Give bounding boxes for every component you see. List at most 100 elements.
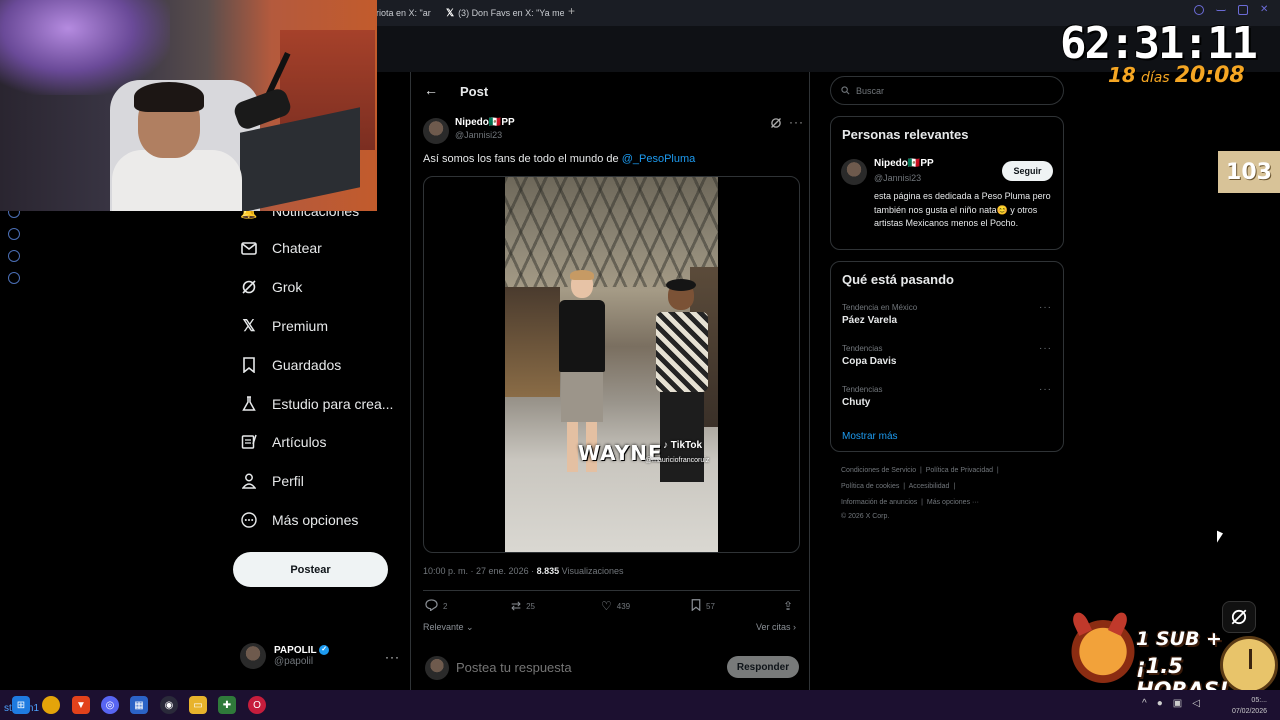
relevant-user-avatar[interactable] — [841, 159, 867, 185]
account-switcher[interactable]: PAPOLIL ✓ @papolil — [240, 643, 330, 669]
volume-icon[interactable]: ◁ — [1192, 698, 1200, 709]
author-avatar[interactable] — [423, 118, 449, 144]
days-word: días — [1140, 70, 1170, 86]
taskbar-clock[interactable]: 05:... 07/02/2026 — [1227, 695, 1267, 717]
discord-icon[interactable]: ◎ — [101, 696, 119, 714]
mouse-cursor-icon — [1217, 530, 1223, 546]
days-time: 20:08 — [1174, 63, 1245, 88]
post-meta: 10:00 p. m. · 27 ene. 2026 · 8.835 Visua… — [423, 566, 623, 576]
days-number: 18 — [1108, 63, 1136, 87]
trend-name: Chuty — [842, 397, 871, 408]
video-person — [650, 279, 714, 502]
flask-icon — [240, 395, 258, 413]
close-icon[interactable]: ✕ — [1260, 5, 1270, 15]
view-quotes-link[interactable]: Ver citas › — [756, 622, 796, 632]
maximize-icon[interactable] — [1238, 5, 1248, 15]
sub-promo-badge: 1 SUB + ¡1.5 HORAS! — [1060, 610, 1280, 702]
footer-links: Información de anuncios | Más opciones ·… — [841, 499, 980, 506]
page-title: Post — [460, 84, 489, 99]
tab-label: (3) Don Favs en X: "Ya me — [458, 8, 564, 18]
nav-item-premium[interactable]: 𝕏 Premium — [240, 313, 328, 339]
x-logo-icon: 𝕏 — [242, 318, 256, 335]
nav-item-chat[interactable]: Chatear — [240, 235, 322, 261]
mic-icon[interactable]: ● — [1157, 698, 1163, 709]
reply-button[interactable]: Responder — [727, 656, 799, 678]
relevant-user-name[interactable]: Nipedo🇲🇽PP — [874, 158, 934, 169]
copyright: © 2026 X Corp. — [841, 513, 890, 520]
back-arrow-icon[interactable]: ← — [424, 82, 438, 98]
network-icon[interactable]: ▣ — [1173, 698, 1182, 709]
grok-explain-icon[interactable] — [770, 117, 782, 132]
bookmark-action[interactable]: 57 — [691, 599, 715, 614]
windows-start-icon[interactable]: ⊞ — [12, 696, 30, 714]
days-counter: 18 días 20:08 — [1108, 63, 1245, 88]
sub-promo-line1: 1 SUB + — [1136, 628, 1222, 650]
like-action[interactable]: ♡ 439 — [601, 599, 630, 613]
clock-date: 07/02/2026 — [1231, 708, 1267, 715]
search-input[interactable] — [856, 85, 1046, 96]
chevron-up-icon[interactable]: ^ — [1142, 698, 1147, 709]
sort-dropdown[interactable]: Relevante ⌄ — [423, 622, 474, 633]
footer-link[interactable]: Política de Privacidad — [926, 467, 993, 474]
repost-action[interactable]: ⇄ 25 — [511, 599, 535, 613]
footer-link[interactable]: Condiciones de Servicio — [841, 467, 916, 474]
trend-more-icon[interactable]: ··· — [1039, 302, 1052, 313]
person-icon — [240, 472, 258, 490]
footer-link[interactable]: Política de cookies — [841, 483, 899, 490]
views-count: 8.835 — [536, 566, 560, 576]
nav-item-profile[interactable]: Perfil — [240, 468, 304, 494]
sort-label: Relevante — [423, 622, 464, 632]
browser-tab[interactable]: riota en X: "ar — [376, 4, 438, 22]
follow-button[interactable]: Seguir — [1002, 161, 1053, 181]
reply-action[interactable]: 2 — [425, 599, 447, 614]
video-player[interactable]: WAYNE ♪ TikTok @mauriciofrancoruiz — [505, 177, 718, 552]
post-button[interactable]: Postear — [233, 552, 388, 587]
nav-item-creator-studio[interactable]: Estudio para crea... — [240, 391, 393, 417]
trend-item[interactable]: Tendencias Chuty ··· — [842, 384, 1052, 408]
show-more-link[interactable]: Mostrar más — [842, 431, 898, 442]
opera-icon[interactable]: O — [248, 696, 266, 714]
trending-card: Qué está pasando Tendencia en México Páe… — [830, 261, 1064, 452]
minimize-icon[interactable] — [1216, 5, 1226, 11]
trend-more-icon[interactable]: ··· — [1039, 384, 1052, 395]
obs-icon[interactable]: ◉ — [160, 696, 178, 714]
new-tab-button[interactable]: + — [568, 4, 575, 18]
share-action[interactable]: ⇪ — [783, 599, 793, 613]
gamepad-icon[interactable]: ✚ — [218, 696, 236, 714]
mention-link[interactable]: @_PesoPluma — [622, 153, 696, 165]
search-icon[interactable] — [1194, 5, 1204, 15]
footer-link[interactable]: Accesibilidad — [909, 483, 950, 490]
settings-icon[interactable] — [8, 272, 20, 284]
store-icon[interactable]: ▦ — [130, 696, 148, 714]
post-timestamp[interactable]: 10:00 p. m. · 27 ene. 2026 · — [423, 566, 537, 576]
post-media[interactable]: WAYNE ♪ TikTok @mauriciofrancoruiz — [423, 176, 800, 553]
browser-tab-active[interactable]: 𝕏 (3) Don Favs en X: "Ya me — [446, 4, 564, 22]
nav-label: Grok — [272, 279, 303, 295]
clock-time: 05:... — [1251, 697, 1267, 704]
search-box[interactable] — [830, 76, 1064, 105]
post-more-icon[interactable]: ··· — [789, 115, 804, 129]
trend-item[interactable]: Tendencia en México Páez Varela ··· — [842, 302, 1052, 326]
post-body: Así somos los fans de todo el mundo de — [423, 153, 622, 165]
x-logo-icon: 𝕏 — [446, 7, 455, 19]
nav-label: Guardados — [272, 357, 342, 373]
nav-item-grok[interactable]: Grok — [240, 274, 302, 300]
trend-item[interactable]: Tendencias Copa Davis ··· — [842, 343, 1052, 367]
nav-item-more[interactable]: Más opciones — [240, 507, 358, 533]
account-more-icon[interactable]: ··· — [385, 650, 400, 664]
author-name[interactable]: Nipedo🇲🇽PP — [455, 117, 515, 128]
app-icon[interactable] — [42, 696, 60, 714]
whatsapp-icon[interactable] — [8, 250, 20, 262]
reply-input[interactable] — [456, 660, 716, 675]
nav-item-articles[interactable]: Artículos — [240, 429, 326, 455]
author-handle[interactable]: @Jannisi23 — [455, 130, 502, 140]
nav-item-bookmarks[interactable]: Guardados — [240, 352, 341, 378]
file-explorer-icon[interactable]: ▭ — [189, 696, 207, 714]
trend-more-icon[interactable]: ··· — [1039, 343, 1052, 354]
window-controls: ✕ — [1194, 5, 1270, 15]
history-icon[interactable] — [8, 228, 20, 240]
relevant-user-handle[interactable]: @Jannisi23 — [874, 173, 921, 183]
brave-icon[interactable]: ▼ — [72, 696, 90, 714]
footer-link[interactable]: Información de anuncios — [841, 499, 917, 506]
footer-link[interactable]: Más opciones ··· — [927, 499, 979, 506]
